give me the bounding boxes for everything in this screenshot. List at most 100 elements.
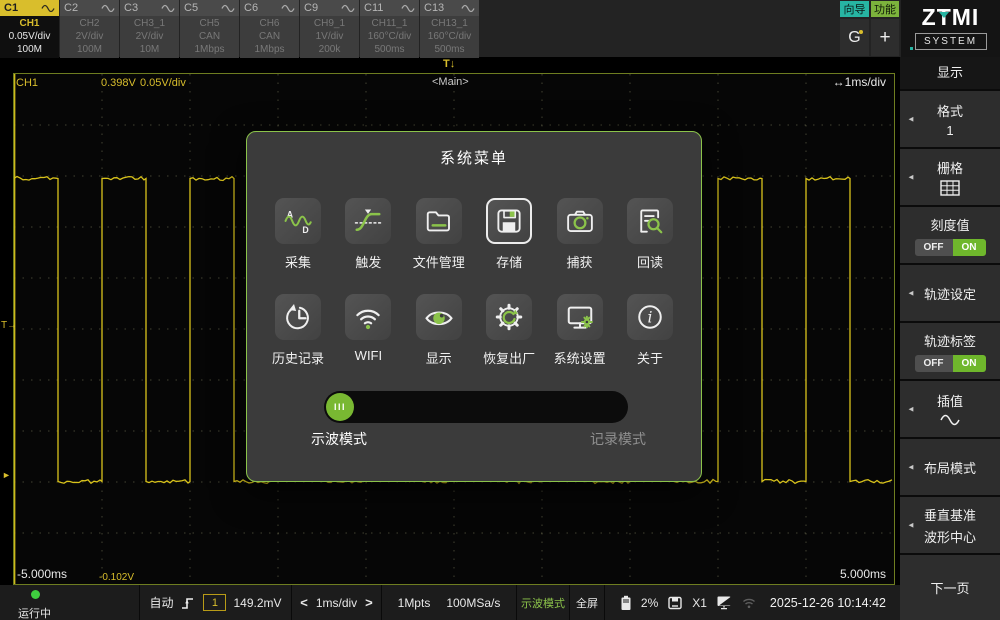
svg-text:D: D [302, 225, 308, 235]
system-menu-dialog: 系统菜单 A D 采集 触发 [246, 131, 702, 482]
rising-edge-icon [180, 595, 196, 611]
scope-mode-label[interactable]: 示波模式 [311, 429, 367, 449]
scope-mode-indicator[interactable]: 示波模式 [517, 585, 570, 620]
reference-level-label: -0.102V [99, 572, 134, 583]
trigger-icon [345, 198, 391, 244]
menu-item-wifi[interactable]: WIFI [345, 294, 391, 367]
usb-multiplier: X1 [692, 596, 707, 610]
trace-labels-toggle[interactable]: OFF ON [915, 355, 986, 372]
capture-icon [557, 198, 603, 244]
chevron-left-icon: ◄ [907, 521, 915, 530]
channel-readout-voltage: 0.398V [101, 77, 136, 89]
sine-icon [341, 4, 355, 13]
sine-icon [939, 413, 961, 427]
window-label: <Main> [432, 76, 469, 88]
chevron-left-icon: ◄ [907, 173, 915, 182]
chevron-left-icon: ◄ [907, 405, 915, 414]
sidebar-item-vertical-reference[interactable]: ◄ 垂直基准 波形中心 [900, 497, 1000, 553]
tab-ch3[interactable]: C3 CH3_12V/div10M [120, 0, 179, 57]
grid-icon [940, 180, 960, 196]
trigger-source-badge[interactable]: 1 [203, 594, 226, 611]
file-manager-icon [416, 198, 462, 244]
run-status[interactable]: 运行中 [0, 585, 140, 620]
timebase-control[interactable]: < 1ms/div > [292, 585, 382, 620]
trigger-level-marker[interactable]: T→ [1, 320, 17, 331]
tab-ch6[interactable]: C6 CH6CAN1Mbps [240, 0, 299, 57]
run-indicator-icon [31, 590, 40, 599]
timebase-readout: ↔1ms/div [790, 75, 886, 89]
mode-slider[interactable]: III [324, 391, 628, 423]
status-bar: 运行中 自动 1 149.2mV < 1ms/div > 1Mpts 100MS… [0, 585, 900, 620]
record-mode-label[interactable]: 记录模式 [590, 429, 646, 449]
wifi-status-icon [741, 596, 757, 609]
sidebar-header: 显示 [900, 57, 1000, 89]
datetime-display: 2025-12-26 10:14:42 [770, 596, 886, 610]
menu-item-factory-reset[interactable]: 恢复出厂 [486, 294, 532, 367]
chevron-left-icon[interactable]: < [300, 595, 308, 610]
function-button[interactable]: 功能 [871, 1, 899, 17]
display-settings-sidebar: 显示 ◄ 格式 1 ◄ 栅格 刻度值 OFF ON ◄ 轨迹设定 轨迹标签 [900, 57, 1000, 620]
sample-rate-value: 100MSa/s [446, 596, 500, 610]
menu-item-history[interactable]: 历史记录 [275, 294, 321, 367]
mode-slider-knob[interactable]: III [326, 393, 354, 421]
g-shortcut-button[interactable]: G [840, 19, 869, 56]
battery-icon [620, 595, 632, 611]
ch1-ground-marker-icon[interactable]: ► [2, 470, 11, 480]
about-icon: i [627, 294, 673, 340]
tab-ch1[interactable]: C1 CH10.05V/div100M [0, 0, 59, 57]
tab-ch5[interactable]: C5 CH5CAN1Mbps [180, 0, 239, 57]
scale-values-toggle[interactable]: OFF ON [915, 239, 986, 256]
sine-icon [401, 4, 415, 13]
add-button[interactable]: + [871, 19, 899, 56]
menu-item-trigger[interactable]: 触发 [345, 198, 391, 271]
menu-item-file-manager[interactable]: 文件管理 [416, 198, 462, 271]
usb-storage-icon [667, 596, 683, 610]
trigger-status[interactable]: 自动 1 149.2mV [140, 585, 292, 620]
menu-item-storage[interactable]: 存储 [486, 198, 532, 271]
sidebar-item-format[interactable]: ◄ 格式 1 [900, 91, 1000, 147]
system-settings-icon [557, 294, 603, 340]
readback-icon [627, 198, 673, 244]
menu-item-about[interactable]: i 关于 [627, 294, 673, 367]
display-icon [416, 294, 462, 340]
battery-level: 2% [641, 596, 658, 610]
sidebar-item-layout-mode[interactable]: ◄ 布局模式 [900, 439, 1000, 495]
chevron-right-icon[interactable]: > [365, 595, 373, 610]
logo-triangle-icon [939, 12, 949, 18]
sine-icon [281, 4, 295, 13]
x-axis-left-label: -5.000ms [17, 567, 67, 581]
fullscreen-button[interactable]: 全屏 [570, 585, 605, 620]
sidebar-item-next-page[interactable]: 下一页 [900, 555, 1000, 620]
sidebar-item-trace-labels[interactable]: 轨迹标签 OFF ON [900, 323, 1000, 379]
sidebar-item-scale-values[interactable]: 刻度值 OFF ON [900, 207, 1000, 263]
menu-item-acquire[interactable]: A D 采集 [275, 198, 321, 271]
menu-item-system-settings[interactable]: 系统设置 [557, 294, 603, 367]
tab-ch2[interactable]: C2 CH22V/div100M [60, 0, 119, 57]
storage-icon [486, 198, 532, 244]
menu-item-readback[interactable]: 回读 [627, 198, 673, 271]
tab-ch13[interactable]: C13 CH13_1160°C/div500ms [420, 0, 479, 57]
channel-tabs: C1 CH10.05V/div100M C2 CH22V/div100M C3 … [0, 0, 479, 57]
sine-icon [161, 4, 175, 13]
acquisition-status: 1Mpts 100MSa/s [382, 585, 517, 620]
sidebar-item-interpolation[interactable]: ◄ 插值 [900, 381, 1000, 437]
sidebar-item-grid[interactable]: ◄ 栅格 [900, 149, 1000, 205]
trigger-position-marker[interactable]: T↓ [443, 58, 455, 70]
menu-item-display[interactable]: 显示 [416, 294, 462, 367]
tab-ch11[interactable]: C11 CH11_1160°C/div500ms [360, 0, 419, 57]
chevron-left-icon: ◄ [907, 289, 915, 298]
trigger-level-value: 149.2mV [233, 596, 281, 610]
menu-item-capture[interactable]: 捕获 [557, 198, 603, 271]
sine-icon [221, 4, 235, 13]
tab-ch9[interactable]: C9 CH9_11V/div200k [300, 0, 359, 57]
sidebar-item-trace-settings[interactable]: ◄ 轨迹设定 [900, 265, 1000, 321]
system-badge: SYSTEM [915, 33, 987, 50]
screen-mirror-icon[interactable] [716, 595, 732, 610]
oscilloscope-screen: C1 CH10.05V/div100M C2 CH22V/div100M C3 … [0, 0, 1000, 620]
timebase-value: 1ms/div [316, 596, 357, 610]
trigger-mode-label: 自动 [149, 594, 173, 611]
channel-tab-bar: C1 CH10.05V/div100M C2 CH22V/div100M C3 … [0, 0, 1000, 57]
channel-readout-name: CH1 [16, 77, 38, 89]
wizard-button[interactable]: 向导 [840, 1, 869, 17]
svg-text:i: i [647, 309, 652, 327]
